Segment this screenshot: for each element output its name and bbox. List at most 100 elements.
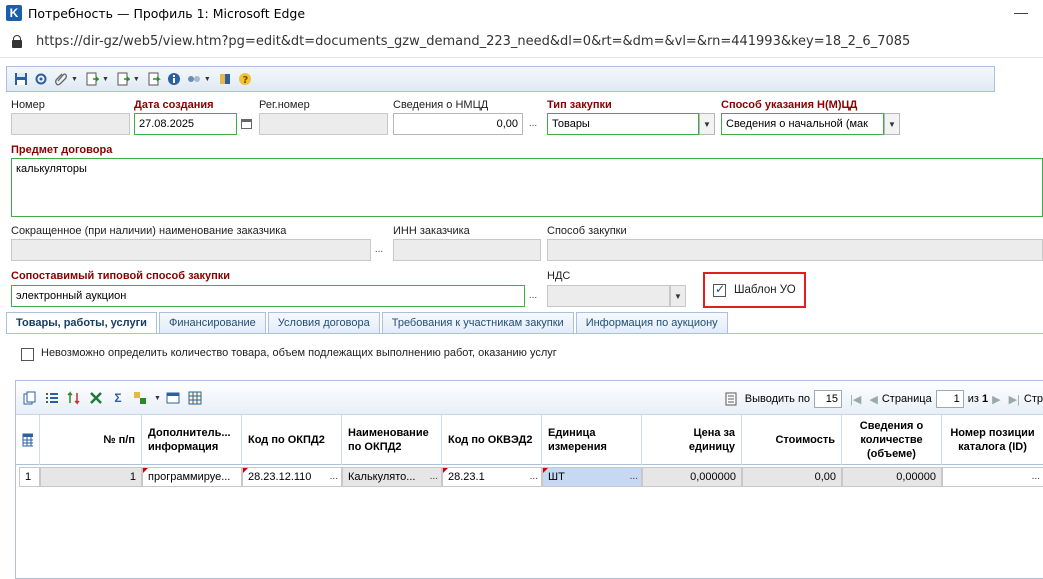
rows-per-page-label: Выводить по (744, 393, 811, 405)
document-icon[interactable] (146, 71, 162, 87)
page-settings-icon[interactable] (723, 391, 739, 407)
nmcd-ellipsis-button[interactable]: ... (526, 115, 540, 137)
refresh-icon[interactable] (33, 71, 49, 87)
excel-icon[interactable] (88, 390, 104, 406)
nmcd-label: Сведения о НМЦД (393, 99, 489, 111)
tab-bar: Товары, работы, услуги Финансирование Ус… (6, 312, 730, 334)
row-okpd2-cell[interactable]: 28.23.12.110... (242, 467, 342, 487)
page-input[interactable]: 1 (935, 390, 964, 408)
column-chooser-icon[interactable] (16, 415, 40, 465)
header-okpd2[interactable]: Код по ОКПД2 (242, 415, 342, 465)
tab-contract-terms[interactable]: Условия договора (267, 312, 380, 333)
tab-financing[interactable]: Финансирование (158, 312, 266, 333)
price-method-select[interactable]: Сведения о начальной (мак (721, 113, 884, 135)
prev-page-icon[interactable]: ◀ (869, 393, 877, 406)
header-cost[interactable]: Стоимость (742, 415, 842, 465)
layout-icon[interactable] (165, 390, 181, 406)
sum-icon[interactable]: Σ (110, 390, 126, 406)
chevron-down-icon: ▼ (703, 119, 711, 129)
help-icon[interactable]: ? (237, 71, 253, 87)
short-name-label: Сокращенное (при наличии) наименование з… (11, 225, 287, 237)
lock-icon[interactable] (12, 35, 22, 48)
header-extra-info[interactable]: Дополнитель... информация (142, 415, 242, 465)
app-logo-icon: K (6, 5, 22, 21)
table-icon[interactable] (187, 390, 203, 406)
header-price[interactable]: Цена за единицу (642, 415, 742, 465)
qty-undetermined-checkbox[interactable] (21, 348, 34, 361)
date-label: Дата создания (134, 99, 214, 111)
row-okved2-ellipsis-button[interactable]: ... (530, 468, 538, 486)
chevron-down-icon[interactable]: ▼ (204, 76, 211, 83)
address-bar[interactable]: https://dir-gz/web5/view.htm?pg=edit&dt=… (0, 26, 1043, 58)
typical-method-field[interactable]: электронный аукцион (11, 285, 525, 307)
header-qty[interactable]: Сведения о количестве (объеме) (842, 415, 942, 465)
price-method-dropdown[interactable]: ▼ (884, 113, 900, 135)
grid-pager: Выводить по 15 |◀ ◀ Страница 1 из 1 ▶ ▶|… (723, 390, 1043, 408)
page-label: Страница (881, 393, 932, 405)
save-icon[interactable] (13, 71, 29, 87)
row-okpd2-ellipsis-button[interactable]: ... (330, 468, 338, 486)
info-icon[interactable] (166, 71, 182, 87)
purchase-type-select[interactable]: Товары (547, 113, 699, 135)
row-okpd2-name-ellipsis-button[interactable]: ... (430, 468, 438, 486)
page-of-label: из (967, 393, 979, 405)
tab-auction-info[interactable]: Информация по аукциону (575, 312, 728, 333)
date-field[interactable]: 27.08.2025 (134, 113, 237, 135)
purchase-type-dropdown[interactable]: ▼ (699, 113, 715, 135)
header-okved2[interactable]: Код по ОКВЭД2 (442, 415, 542, 465)
window-title: Потребность — Профиль 1: Microsoft Edge (28, 5, 306, 21)
tab-goods[interactable]: Товары, работы, услуги (6, 312, 157, 334)
document-icon[interactable] (84, 71, 100, 87)
row-price-cell: 0,000000 (642, 467, 742, 487)
pager-more-label: Стр (1023, 393, 1043, 405)
chevron-down-icon[interactable]: ▼ (154, 395, 161, 402)
export-icon[interactable] (217, 71, 233, 87)
template-checkbox[interactable] (713, 282, 726, 297)
list-numbered-icon[interactable] (44, 390, 60, 406)
sort-icon[interactable] (66, 390, 82, 406)
row-unit-ellipsis-button[interactable]: ... (630, 468, 638, 486)
page-content: ▼ ▼ ▼ ▼ ? Номер Дата создания Рег.номер … (0, 58, 1043, 579)
table-row[interactable]: 1 1 программируе... 28.23.12.110... Каль… (16, 467, 1043, 489)
group-icon[interactable] (132, 390, 148, 406)
header-num[interactable]: № п/п (40, 415, 142, 465)
first-page-icon[interactable]: |◀ (850, 393, 861, 406)
calendar-icon[interactable] (238, 113, 254, 135)
header-catalog[interactable]: Номер позиции каталога (ID) (942, 415, 1043, 465)
next-page-icon[interactable]: ▶ (992, 393, 1000, 406)
row-catalog-ellipsis-button[interactable]: ... (1032, 468, 1040, 486)
short-name-ellipsis-button[interactable]: ... (372, 241, 386, 263)
row-okved2-cell[interactable]: 28.23.1... (442, 467, 542, 487)
rows-per-page-input[interactable]: 15 (814, 390, 843, 408)
required-marker (543, 468, 548, 473)
header-okpd2-name[interactable]: Наименование по ОКПД2 (342, 415, 442, 465)
row-extra-cell[interactable]: программируе... (142, 467, 242, 487)
document-icon[interactable] (115, 71, 131, 87)
reg-number-field (259, 113, 388, 135)
header-unit[interactable]: Единица измерения (542, 415, 642, 465)
qty-undetermined-label: Невозможно определить количество товара,… (41, 347, 557, 359)
grid-toolbar: Σ ▼ Выводить по 15 |◀ ◀ Страница 1 из 1 … (16, 381, 1043, 415)
row-okpd2-name-cell[interactable]: Калькулято...... (342, 467, 442, 487)
short-name-field (11, 239, 371, 261)
chevron-down-icon[interactable]: ▼ (102, 76, 109, 83)
tab-requirements[interactable]: Требования к участникам закупки (381, 312, 574, 333)
row-catalog-cell[interactable]: ... (942, 467, 1043, 487)
minimize-button[interactable]: — (1011, 4, 1031, 20)
nmcd-field[interactable]: 0,00 (393, 113, 523, 135)
row-unit-cell[interactable]: ШТ... (542, 467, 642, 487)
grid-header: № п/п Дополнитель... информация Код по О… (16, 415, 1043, 465)
typical-method-ellipsis-button[interactable]: ... (526, 287, 540, 309)
subject-textarea[interactable]: калькуляторы (11, 158, 1043, 217)
template-label: Шаблон УО (734, 284, 796, 296)
workflow-icon[interactable] (186, 71, 202, 87)
url-text[interactable]: https://dir-gz/web5/view.htm?pg=edit&dt=… (36, 34, 910, 49)
attach-icon[interactable] (53, 71, 69, 87)
copy-icon[interactable] (22, 390, 38, 406)
nds-dropdown[interactable]: ▼ (670, 285, 686, 307)
chevron-down-icon[interactable]: ▼ (71, 76, 78, 83)
last-page-icon[interactable]: ▶| (1009, 393, 1020, 406)
chevron-down-icon[interactable]: ▼ (133, 76, 140, 83)
row-cost-cell: 0,00 (742, 467, 842, 487)
nds-select[interactable] (547, 285, 670, 307)
